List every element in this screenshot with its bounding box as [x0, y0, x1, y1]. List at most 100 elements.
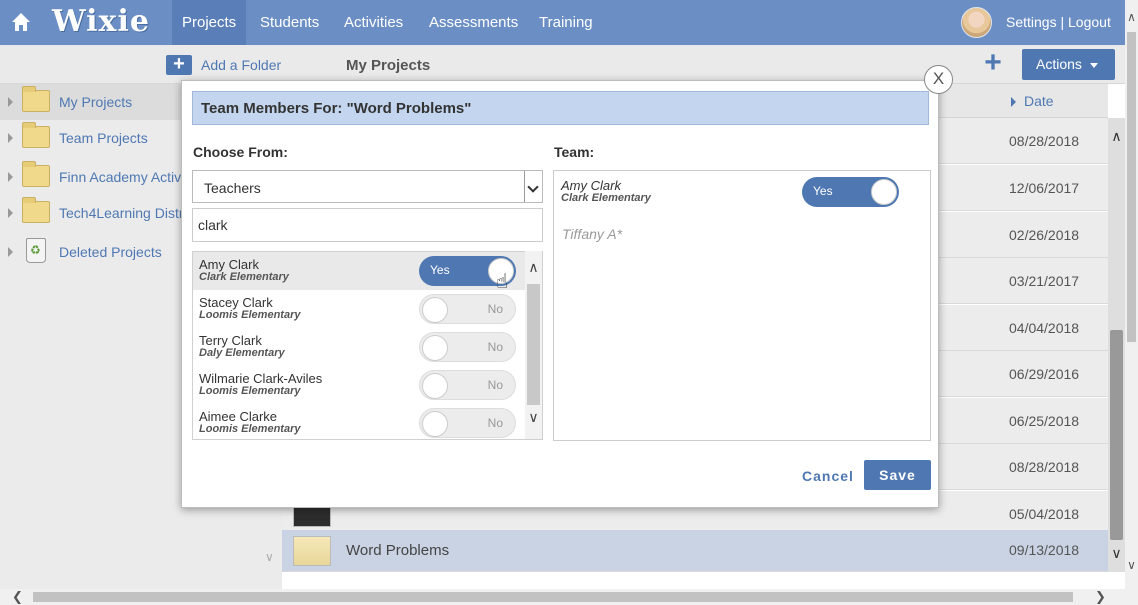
- row-date: 08/28/2018: [1009, 133, 1080, 149]
- project-thumbnail: [293, 536, 331, 566]
- chevron-down-icon[interactable]: [524, 171, 542, 202]
- list-item[interactable]: Amy Clark Clark Elementary Yes: [193, 252, 526, 290]
- caret-down-icon: [1089, 62, 1098, 68]
- list-item[interactable]: Aimee Clarke Loomis Elementary No: [193, 404, 526, 439]
- expand-arrow-icon[interactable]: [8, 247, 13, 257]
- chevron-left-icon[interactable]: ❮: [12, 589, 23, 605]
- list-item[interactable]: Wilmarie Clark-Aviles Loomis Elementary …: [193, 366, 526, 404]
- wixie-logo[interactable]: Wixie: [52, 4, 150, 39]
- toggle-label: No: [487, 340, 503, 354]
- candidate-list-scrollbar-thumb[interactable]: [527, 284, 540, 405]
- row-date: 05/04/2018: [1009, 506, 1080, 522]
- chevron-down-icon[interactable]: ∨: [1108, 545, 1125, 562]
- add-folder-button[interactable]: Add a Folder: [201, 57, 281, 73]
- member-toggle[interactable]: No: [419, 332, 516, 362]
- list-item[interactable]: Stacey Clark Loomis Elementary No: [193, 290, 526, 328]
- nav-projects[interactable]: Projects: [172, 0, 247, 45]
- page-scrollbar-thumb[interactable]: [1127, 32, 1136, 342]
- chevron-right-icon[interactable]: ❯: [1095, 589, 1106, 605]
- sidebar-item-label: Tech4Learning Distr: [59, 205, 184, 221]
- toggle-knob: [871, 179, 897, 205]
- person-school: Loomis Elementary: [199, 309, 301, 321]
- dialog-title: Team Members For: "Word Problems": [201, 100, 472, 117]
- person-name: Wilmarie Clark-Aviles: [199, 371, 323, 386]
- role-select[interactable]: Teachers: [192, 170, 543, 203]
- folder-icon: [22, 122, 50, 148]
- hand-pointer-icon: ☝: [496, 271, 509, 293]
- sidebar-item-label: Deleted Projects: [59, 244, 162, 260]
- team-member-name: Amy Clark: [561, 178, 621, 193]
- user-links: Settings | Logout: [1006, 14, 1111, 30]
- member-toggle[interactable]: No: [419, 370, 516, 400]
- person-school: Loomis Elementary: [199, 423, 301, 435]
- chevron-up-icon[interactable]: ∧: [525, 259, 542, 276]
- row-date: 04/04/2018: [1009, 320, 1080, 336]
- actions-label: Actions: [1036, 56, 1082, 72]
- toggle-knob: [422, 297, 448, 323]
- nav-activities[interactable]: Activities: [334, 0, 413, 45]
- team-member-toggle[interactable]: Yes: [802, 177, 899, 207]
- role-select-value: Teachers: [204, 180, 261, 196]
- horizontal-scrollbar-thumb[interactable]: [33, 592, 1073, 602]
- member-toggle[interactable]: No: [419, 408, 516, 438]
- choose-from-label: Choose From:: [193, 144, 288, 160]
- candidate-list: Amy Clark Clark Elementary Yes Stacey Cl…: [192, 251, 543, 440]
- chevron-up-icon[interactable]: ∧: [1108, 128, 1125, 145]
- team-member-school: Clark Elementary: [561, 192, 651, 204]
- team-panel: Amy Clark Clark Elementary Yes Tiffany A…: [553, 170, 931, 441]
- row-date: 03/21/2017: [1009, 273, 1080, 289]
- logout-link[interactable]: Logout: [1068, 14, 1111, 30]
- expand-arrow-icon[interactable]: [8, 172, 13, 182]
- sidebar-item-label: Finn Academy Activi: [59, 169, 185, 185]
- toggle-label: No: [487, 378, 503, 392]
- toggle-label: No: [487, 416, 503, 430]
- date-column-header[interactable]: Date: [1011, 93, 1054, 109]
- team-pending-member: Tiffany A*: [562, 226, 623, 242]
- row-name: Word Problems: [346, 542, 450, 559]
- add-folder-icon[interactable]: +: [166, 54, 192, 75]
- chevron-down-icon[interactable]: ∨: [1125, 558, 1138, 572]
- list-scrollbar-thumb[interactable]: [1110, 330, 1123, 540]
- expand-arrow-icon[interactable]: [8, 208, 13, 218]
- person-name: Amy Clark: [199, 257, 259, 272]
- row-date: 06/29/2016: [1009, 366, 1080, 382]
- sidebar-item-label: My Projects: [59, 94, 133, 110]
- add-project-button[interactable]: +: [981, 48, 1005, 79]
- person-name: Terry Clark: [199, 333, 262, 348]
- folder-icon: [22, 86, 50, 112]
- close-icon[interactable]: X: [924, 65, 953, 94]
- row-date: 02/26/2018: [1009, 227, 1080, 243]
- nav-training[interactable]: Training: [529, 0, 603, 45]
- trash-icon: [26, 238, 46, 263]
- nav-students[interactable]: Students: [250, 0, 329, 45]
- home-icon[interactable]: [10, 11, 32, 33]
- member-toggle[interactable]: No: [419, 294, 516, 324]
- table-row-word-problems[interactable]: Word Problems 09/13/2018: [282, 530, 1108, 572]
- list-item[interactable]: Terry Clark Daly Elementary No: [193, 328, 526, 366]
- cancel-button[interactable]: Cancel: [802, 468, 854, 484]
- page-title: My Projects: [346, 57, 431, 74]
- settings-link[interactable]: Settings: [1006, 14, 1057, 30]
- chevron-down-icon[interactable]: ∨: [265, 550, 274, 564]
- person-name: Aimee Clarke: [199, 409, 278, 424]
- nav-assessments[interactable]: Assessments: [419, 0, 528, 45]
- chevron-down-icon[interactable]: ∨: [525, 409, 542, 426]
- person-school: Loomis Elementary: [199, 385, 301, 397]
- sidebar-item-label: Team Projects: [59, 130, 148, 146]
- team-label: Team:: [554, 144, 595, 160]
- search-input[interactable]: [192, 208, 543, 242]
- expand-arrow-icon[interactable]: [8, 133, 13, 143]
- toggle-knob: [422, 411, 448, 437]
- toggle-label: Yes: [430, 263, 450, 277]
- folder-icon: [22, 161, 50, 187]
- actions-button[interactable]: Actions: [1022, 49, 1115, 80]
- expand-arrow-icon[interactable]: [8, 97, 13, 107]
- person-school: Clark Elementary: [199, 271, 289, 283]
- person-name: Stacey Clark: [199, 295, 273, 310]
- save-button[interactable]: Save: [864, 460, 931, 490]
- person-school: Daly Elementary: [199, 347, 285, 359]
- toggle-label: No: [487, 302, 503, 316]
- avatar[interactable]: [961, 7, 992, 38]
- chevron-up-icon[interactable]: ∧: [1125, 10, 1138, 24]
- separator: |: [1060, 14, 1065, 30]
